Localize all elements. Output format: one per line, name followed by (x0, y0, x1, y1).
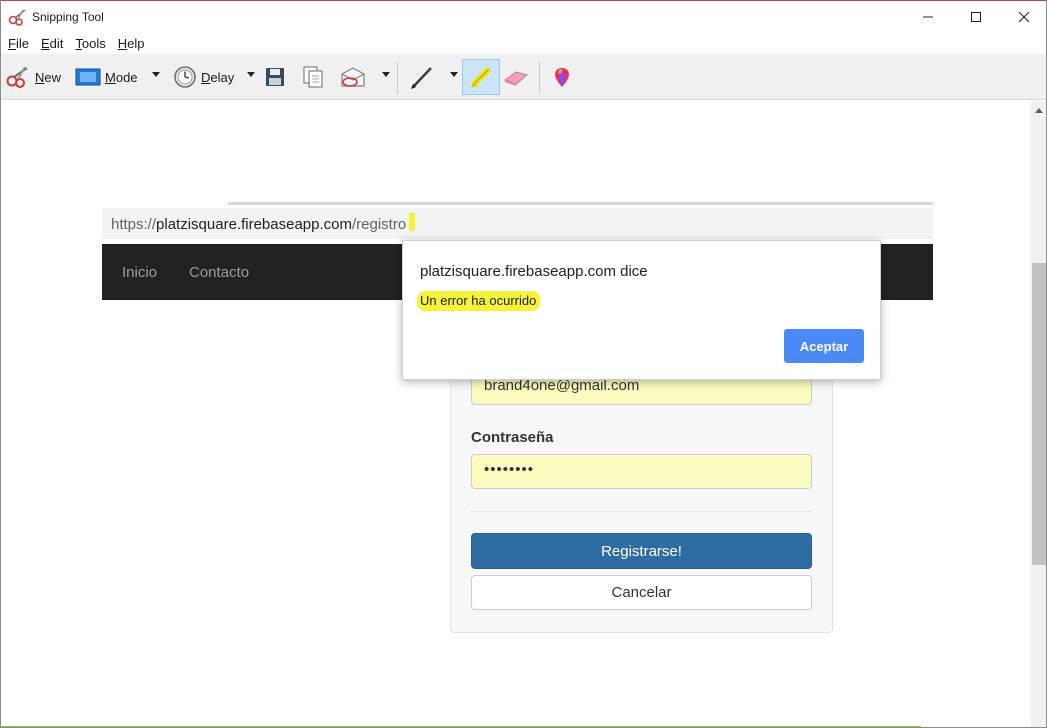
menu-tools[interactable]: Tools (75, 34, 105, 54)
toolbar-separator (539, 62, 540, 94)
eraser-icon (503, 71, 529, 86)
new-snip-button[interactable]: New (5, 59, 61, 95)
password-field[interactable]: •••••••• (471, 454, 812, 489)
save-button[interactable] (264, 59, 286, 95)
paint3d-button[interactable] (550, 59, 574, 95)
copy-button[interactable] (301, 59, 325, 95)
highlighter-mark (409, 213, 415, 231)
dialog-message: Un error ha ocurrido (417, 291, 541, 311)
maximize-button[interactable] (953, 1, 999, 33)
copy-icon (303, 66, 323, 88)
send-snip-button[interactable] (339, 59, 367, 95)
alert-dialog: platzisquare.firebaseapp.com dice Un err… (402, 240, 881, 380)
scrollbar-thumb[interactable] (1032, 263, 1046, 565)
eraser-button[interactable] (502, 59, 530, 95)
mode-dropdown-caret[interactable] (152, 72, 160, 77)
scissors-icon (6, 66, 28, 88)
envelope-icon (341, 67, 365, 87)
register-button[interactable]: Registrarse! (471, 533, 812, 569)
highlighter-icon (471, 66, 492, 88)
url-text: https://platzisquare.firebaseapp.com/reg… (111, 216, 407, 233)
cancel-button[interactable]: Cancelar (471, 575, 812, 610)
accept-button[interactable]: Aceptar (784, 329, 864, 363)
minimize-button[interactable] (905, 1, 951, 33)
minimize-icon (923, 16, 933, 18)
scroll-up-icon[interactable] (1035, 108, 1043, 113)
scissors-icon (8, 9, 26, 26)
paint3d-icon (555, 68, 569, 87)
form-divider (471, 511, 812, 512)
nav-link-contacto[interactable]: Contacto (189, 264, 249, 281)
dialog-title: platzisquare.firebaseapp.com dice (420, 263, 648, 280)
pen-button[interactable] (407, 59, 437, 95)
send-dropdown-caret[interactable] (382, 72, 390, 77)
delay-dropdown-caret[interactable] (247, 72, 255, 77)
snipping-tool-window: Snipping Tool File Edit Tools Help New M… (0, 0, 1047, 728)
clock-icon (174, 66, 196, 88)
delay-button[interactable]: Delay (173, 59, 234, 95)
menu-help[interactable]: Help (118, 34, 145, 54)
menu-edit[interactable]: Edit (41, 34, 63, 54)
mode-button[interactable]: Mode (75, 59, 138, 95)
vertical-scrollbar[interactable] (1031, 101, 1046, 727)
maximize-icon (971, 12, 981, 22)
toolbar-separator (397, 62, 398, 94)
window-title: Snipping Tool (32, 10, 104, 24)
toolbar: New Mode Delay (1, 54, 1046, 100)
highlighter-button[interactable] (462, 59, 500, 95)
password-label: Contraseña (471, 429, 554, 446)
rectangle-mode-icon (75, 68, 101, 86)
title-bar: Snipping Tool (1, 1, 1046, 33)
close-button[interactable] (1001, 1, 1046, 33)
save-icon (266, 68, 284, 86)
address-bar[interactable]: https://platzisquare.firebaseapp.com/reg… (102, 208, 933, 239)
browser-tab-strip (228, 202, 933, 205)
menu-file[interactable]: File (8, 34, 29, 54)
nav-link-inicio[interactable]: Inicio (122, 264, 157, 281)
pen-dropdown-caret[interactable] (450, 72, 458, 77)
close-icon (1018, 11, 1030, 23)
menu-bar: File Edit Tools Help (1, 34, 1046, 54)
pen-icon (411, 67, 432, 89)
